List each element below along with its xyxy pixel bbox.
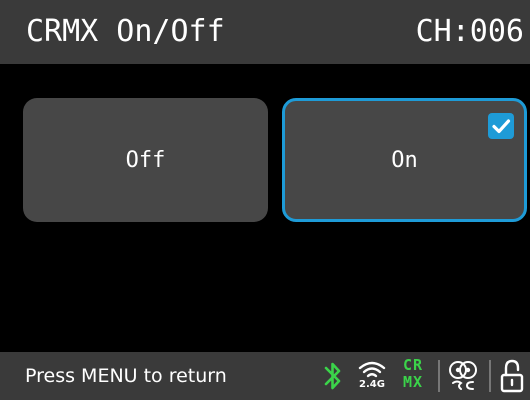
option-on-button[interactable]: On [282, 98, 527, 222]
crmx-bottom-label: MX [402, 373, 424, 391]
status-divider [489, 360, 491, 392]
unlock-icon [497, 357, 527, 395]
wireless-band-label: 2.4G [359, 379, 385, 390]
checkmark-icon [488, 113, 514, 139]
page-title: CRMX On/Off [26, 14, 225, 49]
crmx-top-label: CR [402, 356, 424, 374]
dmx-link-icon [446, 357, 484, 395]
footer-hint: Press MENU to return [25, 365, 227, 387]
header-bar: CRMX On/Off CH:006 [0, 0, 530, 64]
channel-indicator: CH:006 [415, 14, 524, 49]
screen: CRMX On/Off CH:006 Off On Press MENU to … [0, 0, 530, 400]
option-on-label: On [391, 147, 418, 173]
option-off-button[interactable]: Off [23, 98, 268, 222]
status-divider [438, 360, 440, 392]
crmx-icon: CR MX [396, 357, 430, 395]
bluetooth-icon [320, 357, 346, 395]
option-off-label: Off [125, 147, 166, 173]
wireless-2.4g-icon: 2.4G [355, 357, 389, 395]
footer-bar: Press MENU to return 2.4G CR MX [0, 352, 530, 400]
